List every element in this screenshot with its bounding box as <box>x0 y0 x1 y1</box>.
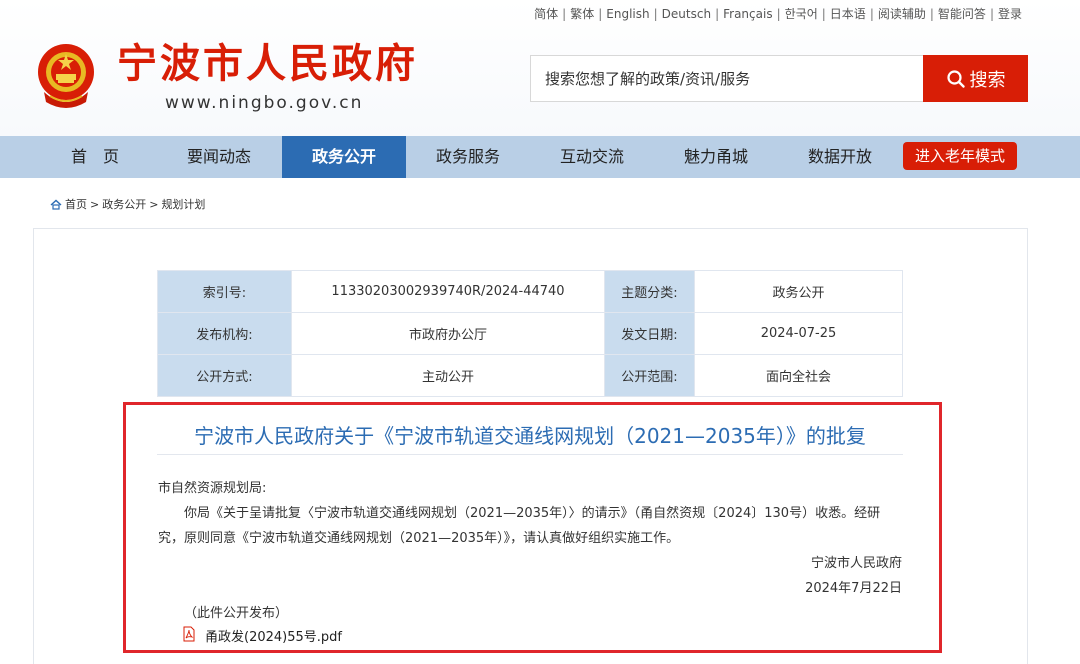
breadcrumb-gov-affairs[interactable]: 政务公开 <box>102 196 146 212</box>
separator: | <box>821 7 826 21</box>
lang-simplified-link[interactable]: 简体 <box>534 7 558 21</box>
nav-item-news[interactable]: 要闻动态 <box>158 136 280 178</box>
nav-item-charm-city[interactable]: 魅力甬城 <box>654 136 778 178</box>
separator: | <box>869 7 874 21</box>
smart-qa-link[interactable]: 智能问答 <box>938 7 986 21</box>
nav-item-gov-services[interactable]: 政务服务 <box>406 136 530 178</box>
site-title[interactable]: 宁波市人民政府 <box>117 40 418 88</box>
pdf-icon <box>183 626 195 642</box>
nav-item-interaction[interactable]: 互动交流 <box>530 136 654 178</box>
separator: | <box>929 7 934 21</box>
lang-japanese-link[interactable]: 日本语 <box>830 7 866 21</box>
document-title: 宁波市人民政府关于《宁波市轨道交通线网规划（2021—2035年）》的批复 <box>194 424 866 448</box>
lang-korean-link[interactable]: 한국어 <box>785 7 818 21</box>
lang-german-link[interactable]: Deutsch <box>662 7 711 21</box>
topic-value: 政务公开 <box>694 270 903 313</box>
separator: | <box>989 7 994 21</box>
document-sign-date: 2024年7月22日 <box>805 581 902 596</box>
lang-english-link[interactable]: English <box>606 7 649 21</box>
national-emblem-icon <box>38 44 94 108</box>
table-row: 索引号: 11330203002939740R/2024-44740 主题分类:… <box>157 270 903 313</box>
disclosure-value: 主动公开 <box>291 354 605 397</box>
scope-label: 公开范围: <box>604 354 695 397</box>
search-button[interactable]: 搜索 <box>923 55 1028 102</box>
document-meta-table: 索引号: 11330203002939740R/2024-44740 主题分类:… <box>157 270 903 397</box>
search-icon <box>946 69 965 88</box>
document-signature: 宁波市人民政府 <box>810 556 902 571</box>
attachment-link[interactable]: 甬政发(2024)55号.pdf <box>205 626 342 645</box>
separator: | <box>562 7 567 21</box>
lang-french-link[interactable]: Français <box>723 7 772 21</box>
publisher-label: 发布机构: <box>157 312 292 355</box>
disclosure-label: 公开方式: <box>157 354 292 397</box>
reading-aid-link[interactable]: 阅读辅助 <box>878 7 926 21</box>
index-value: 11330203002939740R/2024-44740 <box>291 270 605 313</box>
document-paragraph-line: 你局《关于呈请批复〈宁波市轨道交通线网规划（2021—2035年）〉的请示》（甬… <box>184 506 881 521</box>
login-link[interactable]: 登录 <box>998 7 1022 21</box>
scope-value: 面向全社会 <box>694 354 903 397</box>
publisher-value: 市政府办公厅 <box>291 312 605 355</box>
lang-traditional-link[interactable]: 繁体 <box>570 7 594 21</box>
document-recipient: 市自然资源规划局: <box>158 481 267 496</box>
breadcrumb-separator: > <box>149 197 159 211</box>
nav-item-open-data[interactable]: 数据开放 <box>778 136 902 178</box>
breadcrumb-planning[interactable]: 规划计划 <box>161 196 205 212</box>
home-icon <box>50 199 62 210</box>
site-header: 简体 | 繁体 | English | Deutsch | Français | 한국어 | 日本语 | 阅… <box>0 0 1080 136</box>
topic-label: 主题分类: <box>604 270 695 313</box>
nav-item-gov-affairs[interactable]: 政务公开 <box>282 136 406 178</box>
date-label: 发文日期: <box>604 312 695 355</box>
index-label: 索引号: <box>157 270 292 313</box>
search-button-label: 搜索 <box>969 69 1006 90</box>
date-value: 2024-07-25 <box>694 312 903 355</box>
top-links: 简体 | 繁体 | English | Deutsch | Français | 한국어 | 日本语 | 阅… <box>534 5 1022 22</box>
elder-mode-button[interactable]: 进入老年模式 <box>903 142 1017 170</box>
separator: | <box>653 7 658 21</box>
table-row: 公开方式: 主动公开 公开范围: 面向全社会 <box>157 354 903 397</box>
search-input[interactable] <box>530 55 924 102</box>
document-note: （此件公开发布） <box>184 606 289 621</box>
separator: | <box>715 7 720 21</box>
table-row: 发布机构: 市政府办公厅 发文日期: 2024-07-25 <box>157 312 903 355</box>
breadcrumb: 首页 > 政务公开 > 规划计划 <box>50 196 205 212</box>
nav-item-home[interactable]: 首 页 <box>36 136 154 178</box>
separator: | <box>598 7 603 21</box>
breadcrumb-home[interactable]: 首页 <box>65 196 87 212</box>
site-url: www.ningbo.gov.cn <box>165 93 364 113</box>
breadcrumb-separator: > <box>90 197 100 211</box>
title-divider <box>157 454 903 455</box>
separator: | <box>776 7 781 21</box>
document-paragraph-line: 究，原则同意《宁波市轨道交通线网规划（2021—2035年）》，请认真做好组织实… <box>158 531 680 546</box>
